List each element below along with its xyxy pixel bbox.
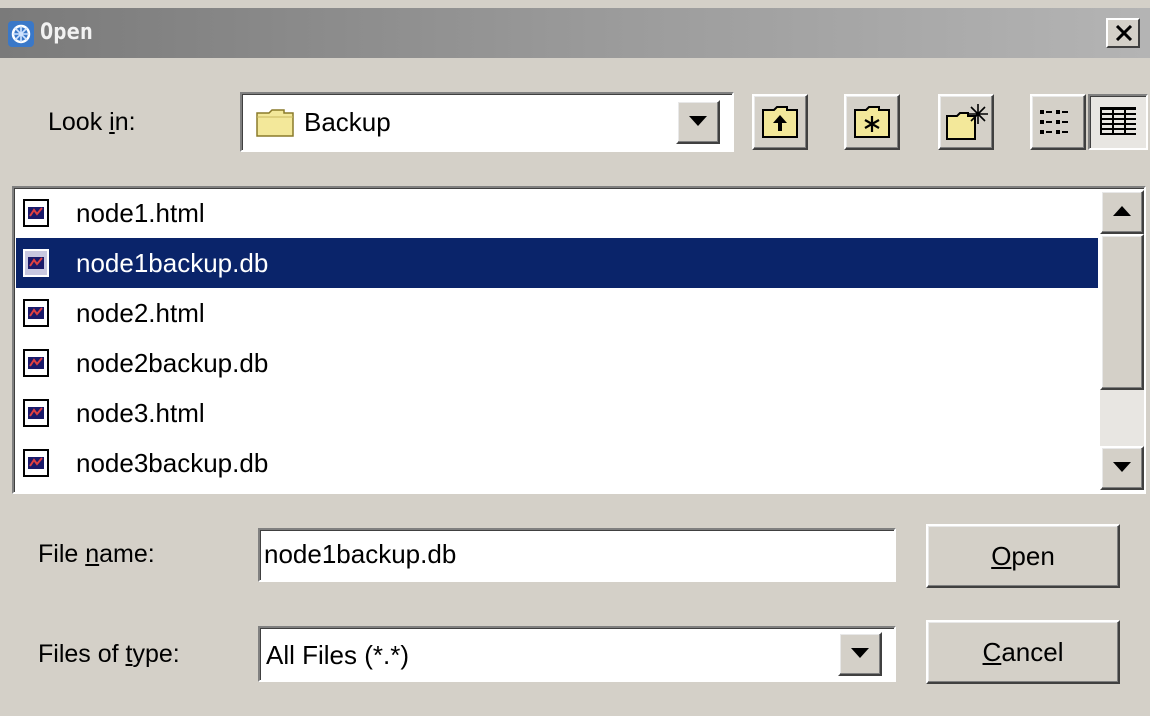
chevron-down-icon <box>851 648 869 658</box>
file-row-node2-html[interactable]: node2.html <box>16 288 1098 338</box>
file-type-label: Files of type: <box>38 640 180 668</box>
list-view-button[interactable] <box>1030 94 1086 150</box>
database-file-icon <box>22 449 50 477</box>
chevron-down-icon <box>689 116 707 126</box>
open-button[interactable]: Open <box>926 524 1120 588</box>
vertical-scrollbar[interactable] <box>1100 190 1144 490</box>
details-view-button[interactable] <box>1088 94 1148 150</box>
details-view-icon <box>1100 107 1136 135</box>
open-button-label: Open <box>991 541 1055 571</box>
file-name-label: File name: <box>38 540 155 568</box>
file-row-node3backup-db[interactable]: node3backup.db <box>16 438 1098 488</box>
close-button[interactable] <box>1106 18 1140 48</box>
arrow-up-icon <box>1113 206 1131 216</box>
cancel-button-label: Cancel <box>982 637 1064 667</box>
scrollbar-thumb[interactable] <box>1100 234 1144 390</box>
title-bar: Open <box>0 8 1150 58</box>
up-one-level-button[interactable] <box>752 94 808 150</box>
new-folder-icon <box>946 104 988 140</box>
java-cup-icon <box>8 21 34 47</box>
look-in-combo[interactable]: Backup <box>240 92 734 152</box>
scroll-up-button[interactable] <box>1100 190 1144 234</box>
folder-icon <box>256 109 294 137</box>
file-name: node2.html <box>76 298 205 328</box>
file-name: node3backup.db <box>76 448 269 478</box>
new-folder-button[interactable] <box>938 94 994 150</box>
arrow-down-icon <box>1113 462 1131 472</box>
previous-window-edge <box>0 0 1150 8</box>
database-file-icon <box>22 249 50 277</box>
look-in-label: Look in: <box>48 108 136 136</box>
close-icon <box>1115 25 1133 41</box>
html-file-icon <box>22 199 50 227</box>
html-file-icon <box>22 399 50 427</box>
database-file-icon <box>22 349 50 377</box>
file-type-combo[interactable]: All Files (*.*) <box>258 626 896 682</box>
file-name: node1.html <box>76 198 205 228</box>
file-name: node3.html <box>76 398 205 428</box>
file-row-node1-html[interactable]: node1.html <box>16 188 1098 238</box>
home-folder-button[interactable] <box>844 94 900 150</box>
scroll-down-button[interactable] <box>1100 446 1144 490</box>
file-row-node1backup-db[interactable]: node1backup.db <box>16 238 1098 288</box>
up-folder-icon <box>762 106 798 138</box>
file-name-input[interactable] <box>264 535 884 573</box>
look-in-dropdown-button[interactable] <box>676 100 720 144</box>
look-in-value: Backup <box>304 107 391 137</box>
file-name: node2backup.db <box>76 348 269 378</box>
file-row-node2backup-db[interactable]: node2backup.db <box>16 338 1098 388</box>
file-list[interactable]: node1.html node1backup.db node2.html nod… <box>12 186 1146 494</box>
list-view-icon <box>1040 110 1068 134</box>
home-folder-icon <box>854 106 890 138</box>
file-type-dropdown-button[interactable] <box>838 632 882 676</box>
cancel-button[interactable]: Cancel <box>926 620 1120 684</box>
file-row-node3-html[interactable]: node3.html <box>16 388 1098 438</box>
html-file-icon <box>22 299 50 327</box>
window-title: Open <box>40 20 93 45</box>
file-type-value: All Files (*.*) <box>266 640 410 670</box>
file-name-field[interactable] <box>258 528 896 582</box>
file-name: node1backup.db <box>76 248 269 278</box>
